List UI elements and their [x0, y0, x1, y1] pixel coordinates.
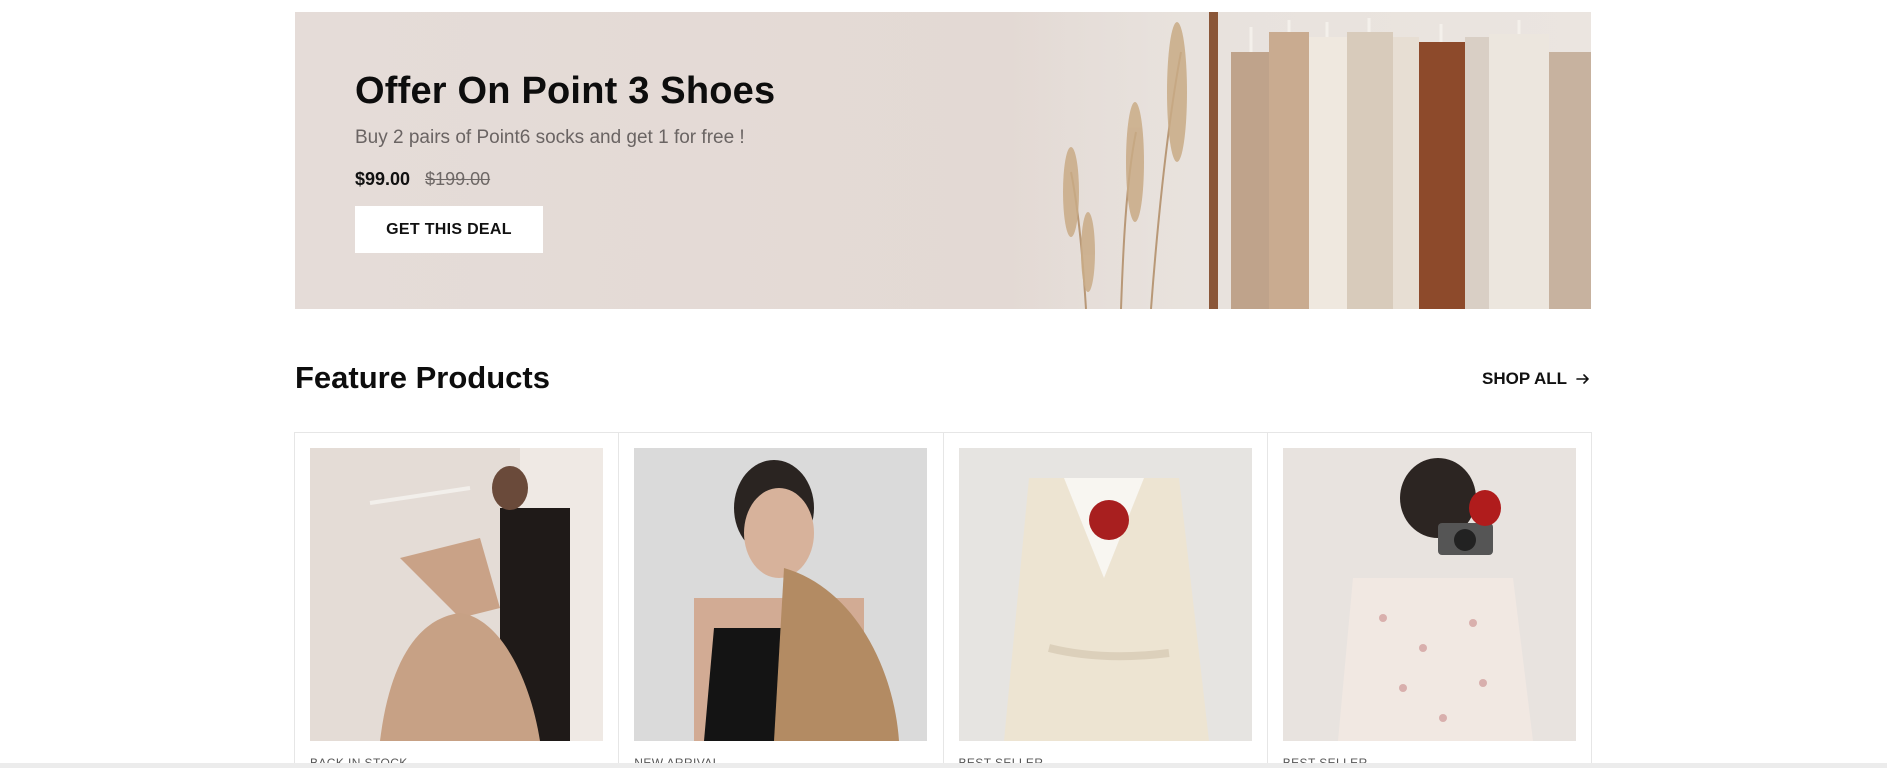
banner-subtitle: Buy 2 pairs of Point6 socks and get 1 fo… — [355, 127, 745, 148]
product-image[interactable] — [634, 448, 928, 741]
product-image[interactable] — [310, 448, 603, 741]
price-row: $99.00 $199.00 — [355, 169, 775, 190]
original-price: $199.00 — [425, 169, 491, 189]
product-image[interactable] — [958, 448, 1252, 741]
product-grid: BACK IN STOCK NEW ARRIVAL BEST SELLER BE… — [294, 432, 1592, 768]
product-card[interactable]: BEST SELLER — [944, 433, 1268, 768]
banner-copy: Offer On Point 3 Shoes Buy 2 pairs of Po… — [355, 70, 775, 253]
product-image[interactable] — [1282, 448, 1576, 741]
shop-all-label: SHOP ALL — [1482, 369, 1568, 388]
product-card[interactable]: BACK IN STOCK — [295, 433, 620, 768]
page: Offer On Point 3 Shoes Buy 2 pairs of Po… — [0, 0, 1887, 768]
woman-black-camisole-photo — [634, 448, 928, 741]
product-card[interactable]: BEST SELLER — [1268, 433, 1591, 768]
section-title: Feature Products — [295, 360, 550, 395]
woman-tulle-gown-photo — [310, 448, 603, 741]
promo-banner: Offer On Point 3 Shoes Buy 2 pairs of Po… — [295, 12, 1591, 309]
product-card[interactable]: NEW ARRIVAL — [619, 433, 944, 768]
sale-price: $99.00 — [355, 169, 411, 189]
cream-blazer-red-rose-photo — [958, 448, 1252, 741]
arrow-right-icon — [1576, 374, 1589, 384]
window-bottom-edge — [0, 763, 1887, 768]
get-this-deal-button[interactable]: GET THIS DEAL — [355, 206, 543, 253]
woman-floral-dress-camera-photo — [1282, 448, 1576, 741]
banner-title: Offer On Point 3 Shoes — [355, 70, 776, 112]
shop-all-link[interactable]: SHOP ALL — [1482, 369, 1591, 389]
clothing-rack-image — [1031, 12, 1591, 309]
